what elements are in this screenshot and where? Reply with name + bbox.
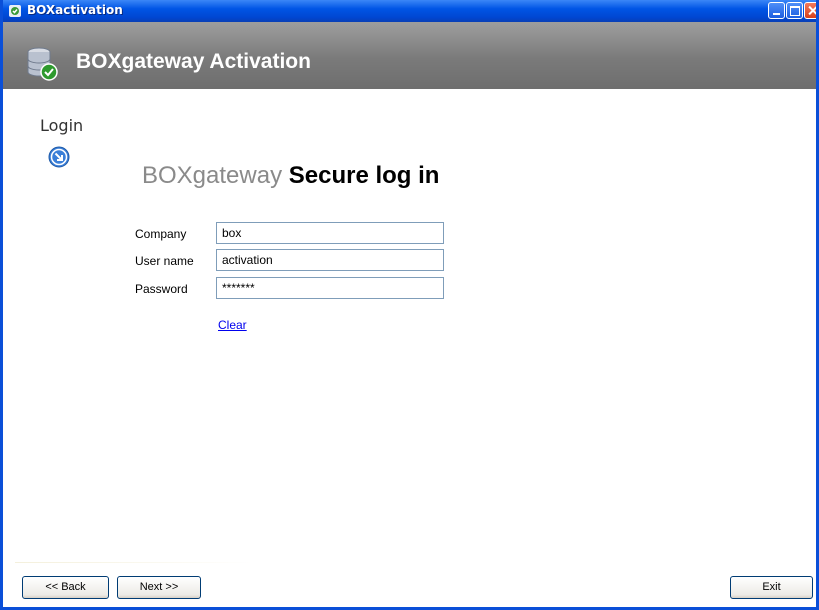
heading-main: Secure log in (288, 162, 440, 189)
header-title: BOXgateway Activation (76, 50, 311, 73)
minimize-button[interactable] (768, 2, 785, 19)
step-label: Login (40, 116, 84, 135)
heading-brand: BOXgateway (142, 162, 283, 189)
exit-button[interactable]: Exit (730, 576, 813, 599)
username-label: User name (135, 254, 194, 268)
back-button[interactable]: << Back (22, 576, 109, 599)
arrow-down-right-circle-icon (48, 146, 70, 168)
title-bar[interactable]: BOXactivation (3, 0, 816, 22)
footer-divider (15, 562, 253, 563)
header-banner: BOXgateway Activation (3, 22, 816, 89)
clear-link[interactable]: Clear (218, 318, 247, 332)
company-label: Company (135, 227, 187, 241)
close-button[interactable] (804, 2, 816, 19)
page-heading: BOXgateway Secure log in (142, 162, 439, 190)
next-button[interactable]: Next >> (117, 576, 201, 599)
password-label: Password (135, 282, 188, 296)
app-window: BOXactivation BOXgateway Activation Logi… (0, 0, 819, 610)
maximize-button[interactable] (786, 2, 803, 19)
app-icon (9, 5, 21, 17)
username-field[interactable]: activation (216, 249, 444, 271)
window-title: BOXactivation (27, 3, 123, 17)
password-field[interactable]: ******* (216, 277, 444, 299)
company-field[interactable]: box (216, 222, 444, 244)
database-check-icon (27, 47, 58, 81)
